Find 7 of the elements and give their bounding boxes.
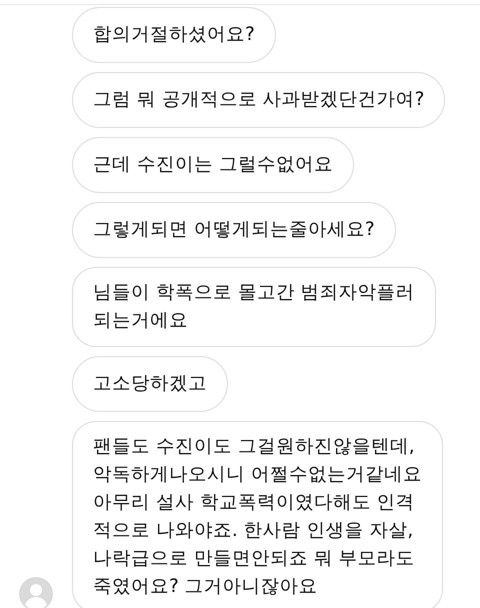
message-bubble: 그렇게되면 어떻게되는줄아세요?: [72, 202, 396, 258]
message-bubble: 고소당하겠고: [72, 356, 228, 412]
message-bubble: 님들이 학폭으로 몰고간 범죄자악플러 되는거에요: [72, 267, 436, 347]
message-bubble: 팬들도 수진이도 그걸원하진않을텐데, 악독하게나오시니 어쩔수없는거같네요 아무리 설사 학교폭력이였다해도 인격 적으로 나와야죠. 한사람 인생을 자살, 나락급으로 만들면안되죠 뭐 부모라도 죽였어요? 그거아니잖아요: [72, 421, 443, 608]
message-bubble: 합의거절하셨어요?: [72, 7, 276, 63]
message-bubble: 그럼 뭐 공개적으로 사과받겠단건가여?: [72, 72, 446, 128]
message-bubble: 근데 수진이는 그럴수없어요: [72, 137, 354, 193]
